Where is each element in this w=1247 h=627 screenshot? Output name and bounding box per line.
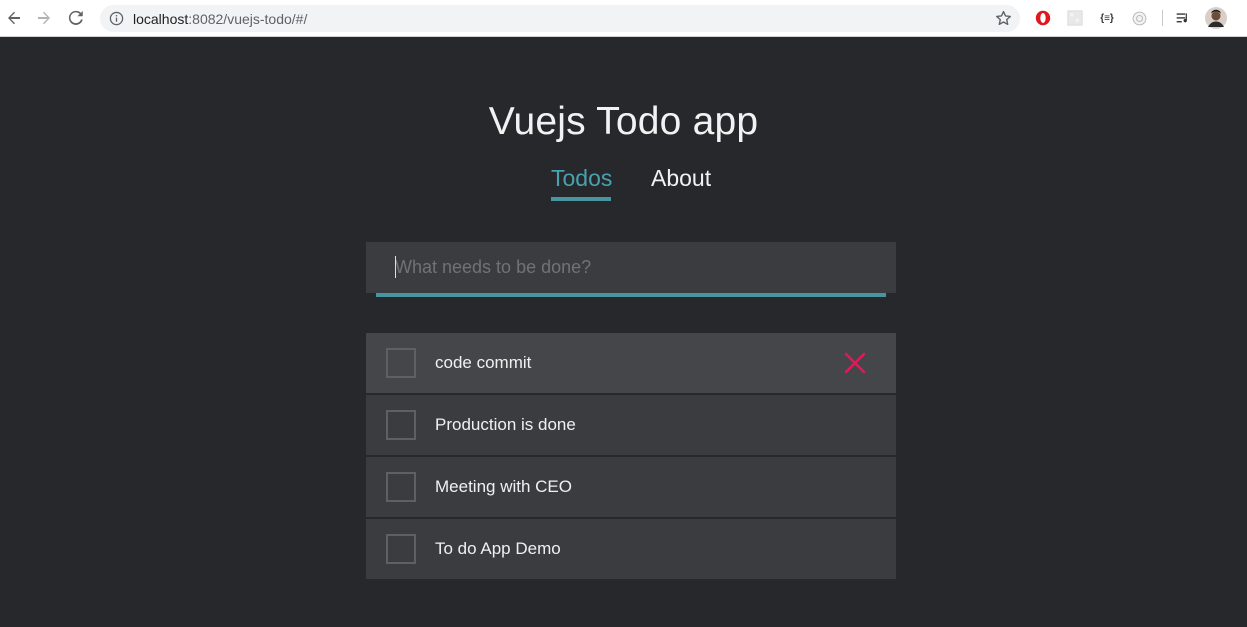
todo-text: Meeting with CEO: [435, 477, 572, 496]
back-icon[interactable]: [3, 7, 25, 29]
todo-checkbox[interactable]: [386, 348, 416, 378]
extension-grid-icon[interactable]: [1065, 8, 1085, 28]
nav-tab-about[interactable]: About: [651, 165, 711, 192]
url-text: localhost:8082/vuejs-todo/#/: [133, 11, 307, 27]
todo-list: code commit Production is done Meeting w…: [366, 333, 896, 581]
active-tab-indicator: [551, 197, 611, 201]
todo-checkbox[interactable]: [386, 534, 416, 564]
nav-tab-todos[interactable]: Todos: [551, 165, 612, 192]
delete-icon[interactable]: [842, 350, 868, 376]
media-queue-icon[interactable]: [1173, 8, 1193, 28]
reload-icon[interactable]: [65, 7, 87, 29]
address-bar[interactable]: localhost:8082/vuejs-todo/#/: [100, 5, 1020, 32]
json-formatter-icon[interactable]: {≡}: [1097, 8, 1117, 28]
url-path: :8082/vuejs-todo/#/: [188, 11, 308, 27]
todo-item[interactable]: To do App Demo: [366, 519, 896, 579]
url-host: localhost: [133, 11, 189, 27]
bookmark-star-icon[interactable]: [995, 10, 1012, 27]
todo-item[interactable]: code commit: [366, 333, 896, 393]
todo-text: To do App Demo: [435, 539, 561, 558]
todo-checkbox[interactable]: [386, 410, 416, 440]
todo-text: code commit: [435, 353, 532, 372]
todo-checkbox[interactable]: [386, 472, 416, 502]
browser-toolbar: localhost:8082/vuejs-todo/#/ {≡}: [0, 0, 1247, 37]
info-icon[interactable]: [109, 11, 124, 26]
page-title: Vuejs Todo app: [488, 100, 759, 143]
toolbar-separator: [1162, 10, 1163, 26]
todo-text: Production is done: [435, 415, 576, 434]
extension-circle-icon[interactable]: [1129, 8, 1149, 28]
new-todo-field: [366, 242, 896, 293]
todo-item[interactable]: Production is done: [366, 395, 896, 455]
input-focus-underline: [376, 293, 886, 297]
opera-extension-icon[interactable]: [1033, 8, 1053, 28]
profile-avatar[interactable]: [1205, 7, 1227, 29]
text-caret: [395, 256, 396, 278]
forward-icon[interactable]: [33, 7, 55, 29]
new-todo-input[interactable]: [366, 242, 896, 293]
todo-item[interactable]: Meeting with CEO: [366, 457, 896, 517]
